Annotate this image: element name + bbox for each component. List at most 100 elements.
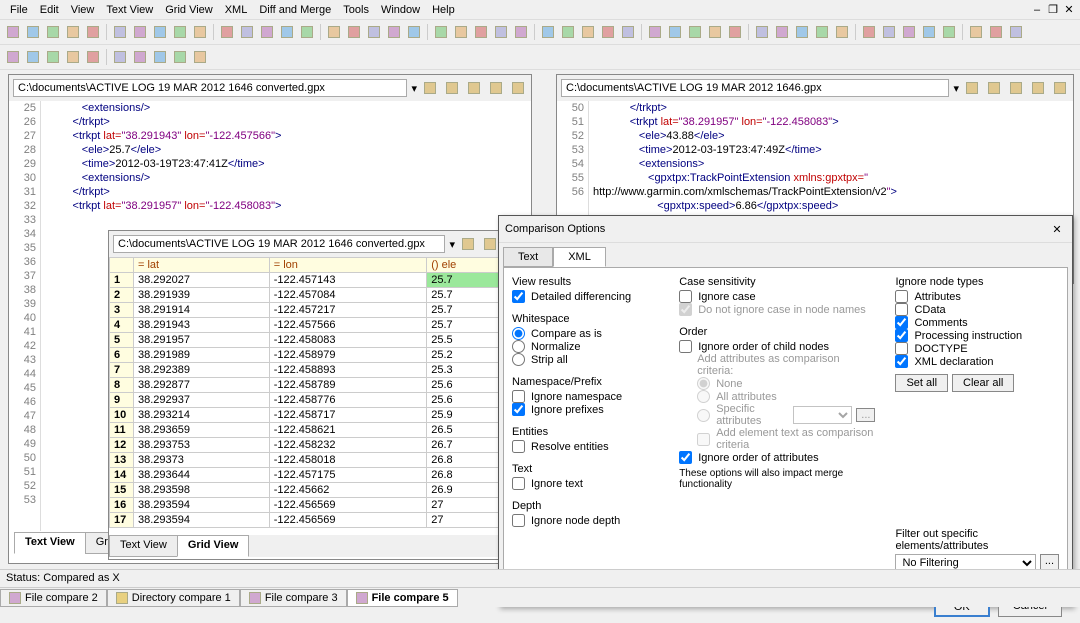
toolbar-button-9[interactable] <box>191 23 209 41</box>
toolbar-button-13[interactable] <box>278 23 296 41</box>
toolbar-button-34[interactable] <box>726 23 744 41</box>
dialog-tab-text[interactable]: Text <box>503 247 553 267</box>
menu-gridview[interactable]: Grid View <box>159 2 218 18</box>
dropdown-icon[interactable]: ▾ <box>411 82 417 95</box>
toolbar-button-36[interactable] <box>773 23 791 41</box>
toolbar-button-39[interactable] <box>833 23 851 41</box>
menu-view[interactable]: View <box>65 2 101 18</box>
dialog-tab-xml[interactable]: XML <box>553 247 606 267</box>
saveas-icon[interactable] <box>487 79 505 97</box>
toolbar-button-44[interactable] <box>940 23 958 41</box>
table-row[interactable]: 838.292877-122.45878925.6 <box>110 378 503 393</box>
toolbar-button-2[interactable] <box>44 23 62 41</box>
toolbar-button-35[interactable] <box>753 23 771 41</box>
toolbar-button-2[interactable] <box>44 48 62 66</box>
menu-xml[interactable]: XML <box>219 2 254 18</box>
tab-file-compare-2[interactable]: File compare 2 <box>0 589 107 607</box>
toolbar-button-15[interactable] <box>325 23 343 41</box>
toolbar-button-6[interactable] <box>131 48 149 66</box>
menu-edit[interactable]: Edit <box>34 2 65 18</box>
checkbox-doctype[interactable]: DOCTYPE <box>895 342 1059 355</box>
checkbox-ignore-attr-order[interactable]: Ignore order of attributes <box>679 451 875 464</box>
toolbar-button-24[interactable] <box>512 23 530 41</box>
checkbox-detailed-differencing[interactable]: Detailed differencing <box>512 290 659 303</box>
checkbox-ignore-child-order[interactable]: Ignore order of child nodes <box>679 340 875 353</box>
toolbar-button-14[interactable] <box>298 23 316 41</box>
table-row[interactable]: 1238.293753-122.45823226.7 <box>110 438 503 453</box>
toolbar-button-31[interactable] <box>666 23 684 41</box>
toolbar-button-7[interactable] <box>151 23 169 41</box>
checkbox-processing-instruction[interactable]: Processing instruction <box>895 329 1059 342</box>
toolbar-button-19[interactable] <box>405 23 423 41</box>
toolbar-button-18[interactable] <box>385 23 403 41</box>
toolbar-button-5[interactable] <box>111 48 129 66</box>
toolbar-button-3[interactable] <box>64 48 82 66</box>
toolbar-button-22[interactable] <box>472 23 490 41</box>
open-icon[interactable] <box>421 79 439 97</box>
dialog-close-icon[interactable]: ✕ <box>1048 220 1066 238</box>
table-row[interactable]: 1038.293214-122.45871725.9 <box>110 408 503 423</box>
toolbar-button-8[interactable] <box>171 23 189 41</box>
checkbox-resolve-entities[interactable]: Resolve entities <box>512 440 659 453</box>
toolbar-button-26[interactable] <box>559 23 577 41</box>
toolbar-button-25[interactable] <box>539 23 557 41</box>
restore-icon[interactable]: ❐ <box>1046 3 1060 17</box>
tab-text-view[interactable]: Text View <box>109 535 178 557</box>
tab-file-compare-5[interactable]: File compare 5 <box>347 589 458 607</box>
open-icon[interactable] <box>963 79 981 97</box>
table-row[interactable]: 1538.293598-122.4566226.9 <box>110 483 503 498</box>
checkbox-comments[interactable]: Comments <box>895 316 1059 329</box>
grid-table[interactable]: = lat= lon() ele138.292027-122.45714325.… <box>109 257 503 528</box>
toolbar-button-32[interactable] <box>686 23 704 41</box>
toolbar-button-3[interactable] <box>64 23 82 41</box>
grid-path-input[interactable]: C:\documents\ACTIVE LOG 19 MAR 2012 1646… <box>113 235 445 253</box>
checkbox-attributes[interactable]: Attributes <box>895 290 1059 303</box>
table-row[interactable]: 1338.29373-122.45801826.8 <box>110 453 503 468</box>
toolbar-button-8[interactable] <box>171 48 189 66</box>
toolbar-button-33[interactable] <box>706 23 724 41</box>
reload-icon[interactable] <box>481 235 499 253</box>
checkbox-ignore-depth[interactable]: Ignore node depth <box>512 514 659 527</box>
toolbar-button-7[interactable] <box>151 48 169 66</box>
close-icon[interactable]: ✕ <box>1062 3 1076 17</box>
toolbar-button-11[interactable] <box>238 23 256 41</box>
toolbar-button-30[interactable] <box>646 23 664 41</box>
toolbar-button-1[interactable] <box>24 23 42 41</box>
toolbar-button-20[interactable] <box>432 23 450 41</box>
table-row[interactable]: 538.291957-122.45808325.5 <box>110 333 503 348</box>
menu-tools[interactable]: Tools <box>337 2 375 18</box>
radio-normalize[interactable]: Normalize <box>512 340 659 353</box>
toolbar-button-29[interactable] <box>619 23 637 41</box>
toolbar-button-42[interactable] <box>900 23 918 41</box>
checkbox-ignore-text[interactable]: Ignore text <box>512 477 659 490</box>
checkbox-ignore-namespace[interactable]: Ignore namespace <box>512 390 659 403</box>
toolbar-button-38[interactable] <box>813 23 831 41</box>
toolbar-button-1[interactable] <box>24 48 42 66</box>
toolbar-button-45[interactable] <box>967 23 985 41</box>
menu-file[interactable]: File <box>4 2 34 18</box>
clear-all-button[interactable]: Clear all <box>952 374 1014 392</box>
toolbar-button-17[interactable] <box>365 23 383 41</box>
menu-help[interactable]: Help <box>426 2 461 18</box>
right-path-input[interactable]: C:\documents\ACTIVE LOG 19 MAR 2012 1646… <box>561 79 949 97</box>
toolbar-button-4[interactable] <box>84 48 102 66</box>
toolbar-button-41[interactable] <box>880 23 898 41</box>
minimize-icon[interactable]: – <box>1030 3 1044 17</box>
table-row[interactable]: 438.291943-122.45756625.7 <box>110 318 503 333</box>
toolbar-button-37[interactable] <box>793 23 811 41</box>
toolbar-button-16[interactable] <box>345 23 363 41</box>
tab-grid-view[interactable]: Grid View <box>177 535 250 557</box>
menu-window[interactable]: Window <box>375 2 426 18</box>
tab-directory-compare-1[interactable]: Directory compare 1 <box>107 589 240 607</box>
table-row[interactable]: 1438.293644-122.45717526.8 <box>110 468 503 483</box>
toolbar-button-5[interactable] <box>111 23 129 41</box>
tab-text-view[interactable]: Text View <box>14 532 86 554</box>
toolbar-button-0[interactable] <box>4 48 22 66</box>
table-row[interactable]: 738.292389-122.45889325.3 <box>110 363 503 378</box>
table-row[interactable]: 138.292027-122.45714325.7 <box>110 273 503 288</box>
table-row[interactable]: 238.291939-122.45708425.7 <box>110 288 503 303</box>
toolbar-button-47[interactable] <box>1007 23 1025 41</box>
toolbar-button-27[interactable] <box>579 23 597 41</box>
toolbar-button-40[interactable] <box>860 23 878 41</box>
export-icon[interactable] <box>1051 79 1069 97</box>
